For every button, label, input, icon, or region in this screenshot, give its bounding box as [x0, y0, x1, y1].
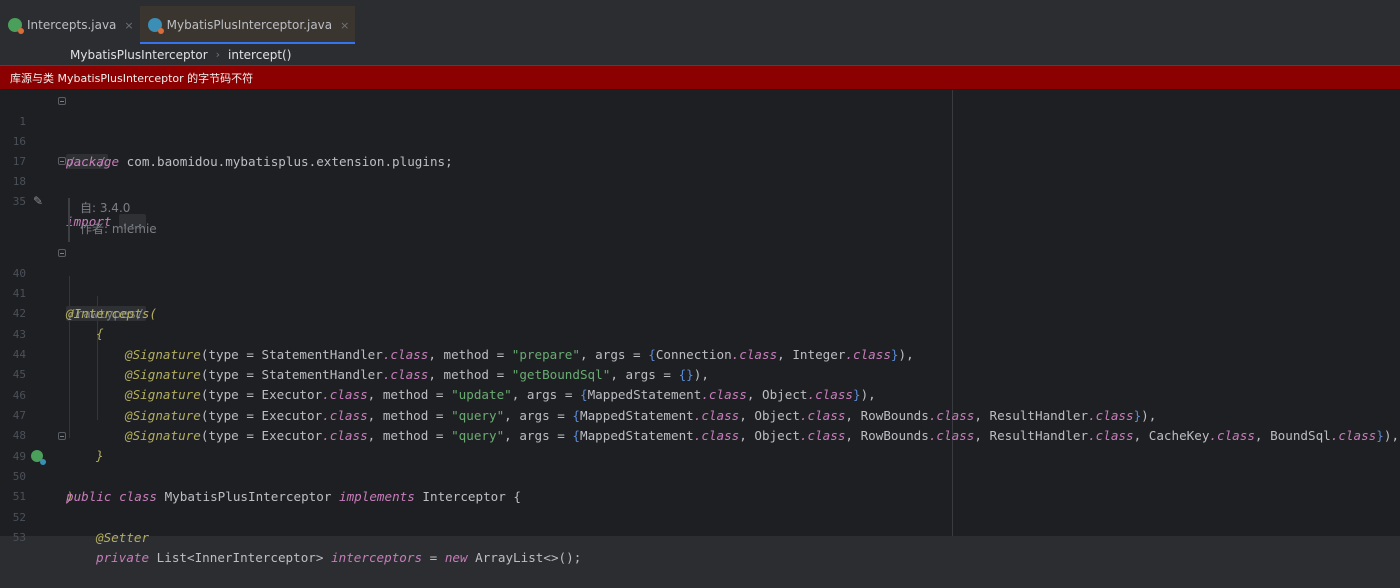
code-text: @Setter: [96, 528, 149, 548]
code-line: 40 /rawtypes/: [0, 244, 1400, 321]
banner-text: 库源与类 MybatisPlusInterceptor 的字节码不符: [10, 71, 254, 85]
tab-mybatisplusinterceptor-java[interactable]: MybatisPlusInterceptor.java ×: [139, 6, 356, 44]
tab-label: Intercepts.java: [27, 18, 117, 32]
fold-icon[interactable]: [58, 157, 66, 165]
code-line: 53 private List<InnerInterceptor> interc…: [0, 508, 1400, 565]
tab-intercepts-java[interactable]: Intercepts.java ×: [0, 6, 140, 44]
code-line: 46 @Signature(type = Executor.class, met…: [0, 366, 1400, 423]
code-line: 51: [0, 467, 1400, 503]
type-name: List<InnerInterceptor>: [149, 550, 332, 565]
code-fragment: =: [422, 550, 445, 565]
editor-tab-bar: Intercepts.java × MybatisPlusInterceptor…: [0, 0, 1400, 45]
code-line: 45 @Signature(type = Executor.class, met…: [0, 345, 1400, 402]
doc-since: 自: 3.4.0: [80, 201, 131, 215]
java-class-icon: [8, 18, 24, 34]
rendered-javadoc: 自: 3.4.0 作者: miemie: [68, 198, 380, 242]
annotation: @Setter: [96, 530, 150, 545]
breadcrumb-class[interactable]: MybatisPlusInterceptor: [70, 48, 208, 62]
code-line: 41 @Intercepts(: [0, 264, 1400, 321]
code-line: 52 @Setter: [0, 488, 1400, 545]
code-line: 43 @Signature(type = StatementHandler.cl…: [0, 305, 1400, 362]
keyword: private: [96, 550, 150, 565]
code-line: 1 /.../: [0, 92, 1400, 169]
close-icon[interactable]: ×: [124, 19, 133, 32]
keyword: new: [444, 550, 468, 565]
java-class-icon: [147, 18, 164, 34]
code-fragment: ArrayList<>();: [467, 550, 582, 565]
breadcrumb: MybatisPlusInterceptor › intercept(): [0, 44, 1400, 65]
code-line: 42 {: [0, 284, 1400, 341]
tab-label: MybatisPlusInterceptor.java: [166, 18, 333, 32]
code-line: 44 @Signature(type = StatementHandler.cl…: [0, 325, 1400, 382]
code-line: 47 @Signature(type = Executor.class, met…: [0, 386, 1400, 443]
breadcrumb-separator: ›: [215, 48, 221, 61]
fold-icon[interactable]: [58, 249, 66, 257]
fold-icon[interactable]: [58, 432, 66, 440]
code-line: 35: [0, 172, 1400, 208]
line-number: 53: [12, 531, 26, 544]
fold-icon[interactable]: [58, 97, 66, 105]
code-line: 49 ): [0, 427, 1400, 504]
breadcrumb-method[interactable]: intercept(): [228, 48, 291, 62]
code-editor[interactable]: ✎ 1 /.../ 16 package com.baomidou.mybati…: [0, 90, 1400, 565]
code-line: 48 }: [0, 406, 1400, 463]
code-line: 18 import ...: [0, 152, 1400, 229]
code-line: 17: [0, 132, 1400, 168]
code-line: 50 public class MybatisPlusInterceptor i…: [0, 447, 1400, 504]
field-name: interceptors: [331, 550, 423, 565]
close-icon[interactable]: ×: [340, 19, 349, 32]
pencil-icon[interactable]: ✎: [33, 194, 43, 208]
code-text: private List<InnerInterceptor> intercept…: [96, 548, 581, 568]
code-line: 16 package com.baomidou.mybatisplus.exte…: [0, 112, 1400, 169]
bytecode-mismatch-banner: 库源与类 MybatisPlusInterceptor 的字节码不符: [0, 65, 1400, 90]
line-number: 35: [12, 195, 26, 208]
doc-author: 作者: miemie: [80, 222, 157, 236]
